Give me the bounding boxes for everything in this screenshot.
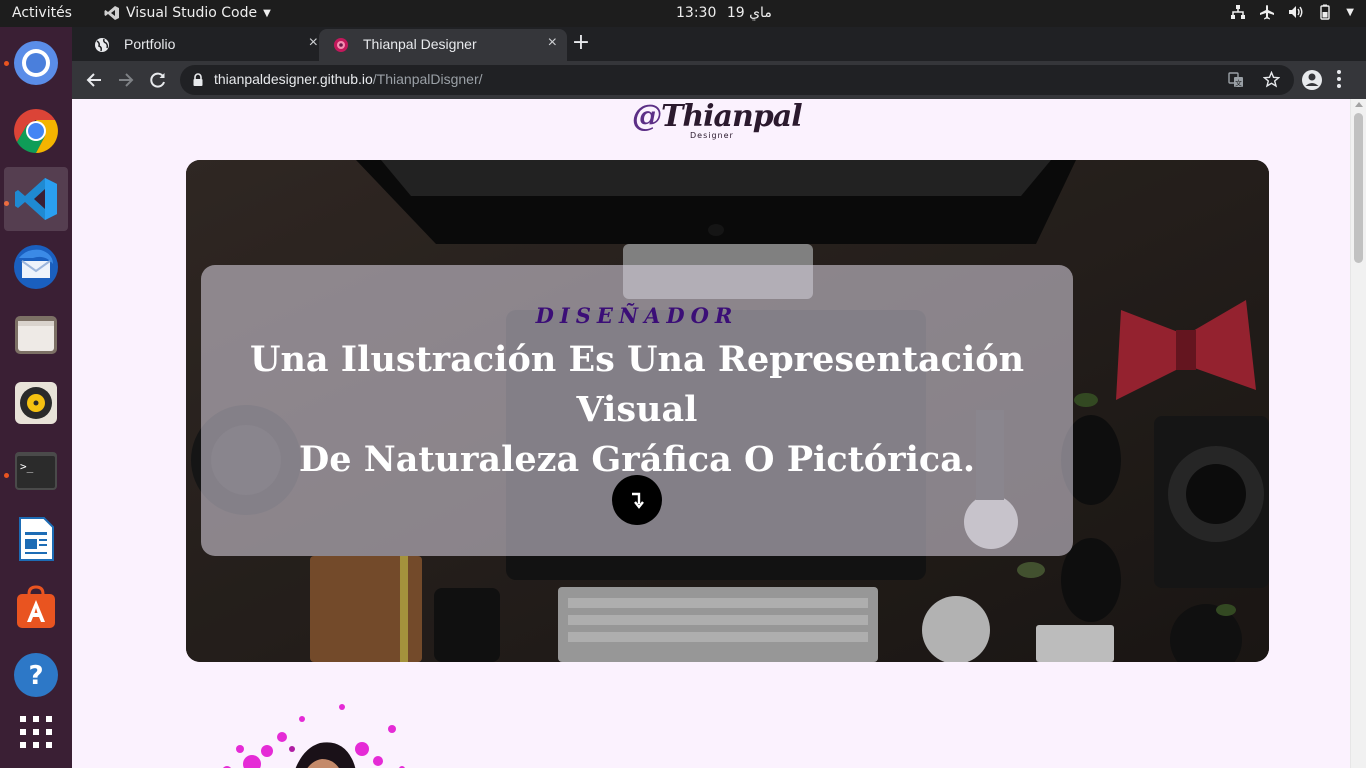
logo-wordmark: @Thianpal: [632, 99, 803, 134]
airplane-mode-icon: [1260, 5, 1275, 20]
clock[interactable]: 13:30 ماي 19: [676, 5, 772, 21]
hero-glass-card: DISEÑADOR Una Ilustración Es Una Represe…: [201, 265, 1073, 556]
vscode-small-icon: [104, 6, 119, 20]
close-icon[interactable]: ×: [548, 34, 557, 52]
more-menu-icon[interactable]: [1336, 69, 1342, 89]
profile-avatar-icon[interactable]: [1301, 69, 1323, 91]
tab-label: Thianpal Designer: [363, 36, 477, 52]
page-viewport[interactable]: @Thianpal Designer DISEÑADOR Una Ilustra…: [72, 99, 1366, 768]
app-menu[interactable]: Visual Studio Code ▼: [104, 5, 271, 21]
scroll-down-button[interactable]: [612, 475, 662, 525]
url-text: thianpaldesigner.github.io/ThianpalDisgn…: [214, 71, 483, 87]
files-icon[interactable]: [4, 303, 68, 367]
hero-headline: Una Ilustración Es Una Representación Vi…: [201, 335, 1073, 485]
svg-text:>_: >_: [20, 460, 34, 473]
show-apps-icon[interactable]: [4, 700, 68, 764]
site-logo[interactable]: @Thianpal Designer: [632, 99, 803, 149]
writer-icon[interactable]: [4, 507, 68, 571]
url-path: /ThianpalDisgner/: [372, 71, 483, 87]
arrow-right-icon: [119, 73, 134, 87]
activities-button[interactable]: Activités: [12, 5, 72, 21]
system-tray[interactable]: ▼: [1230, 4, 1354, 20]
ubuntu-dock: >_ ?: [0, 27, 72, 768]
close-icon[interactable]: ×: [309, 34, 318, 52]
network-wired-icon: [1231, 5, 1246, 19]
flower-favicon-icon: [334, 38, 348, 52]
scroll-up-arrow-icon[interactable]: [1355, 102, 1363, 107]
hero-kicker: DISEÑADOR: [535, 303, 739, 328]
back-button[interactable]: [81, 68, 107, 92]
bookmark-star-icon[interactable]: [1263, 71, 1280, 88]
chrome-icon[interactable]: [4, 99, 68, 163]
volume-icon: [1289, 6, 1303, 18]
svg-text:?: ?: [28, 661, 43, 691]
scrollbar-thumb[interactable]: [1354, 113, 1363, 263]
logo-at: @: [632, 99, 662, 134]
paint-splash-avatar-image: [223, 704, 405, 768]
tab-portfolio[interactable]: Portfolio ×: [80, 29, 328, 61]
help-icon[interactable]: ?: [4, 643, 68, 707]
software-center-icon[interactable]: [4, 575, 68, 639]
clock-time: 13:30: [676, 5, 717, 21]
tab-thianpal-designer[interactable]: Thianpal Designer ×: [319, 29, 567, 61]
hero-headline-line1: Una Ilustración Es Una Representación Vi…: [249, 339, 1025, 430]
system-top-bar: Activités Visual Studio Code ▼ 13:30 ماي…: [0, 0, 1366, 27]
chevron-down-icon: ▼: [1346, 6, 1354, 18]
reload-button[interactable]: [145, 68, 171, 92]
page-scrollbar[interactable]: [1350, 99, 1366, 768]
arrow-down-turn-icon: [632, 492, 644, 509]
clock-date: ماي 19: [726, 5, 772, 21]
tab-strip: Portfolio × Thianpal Designer × +: [72, 27, 1366, 61]
browser-window: Portfolio × Thianpal Designer × + thianp…: [72, 27, 1366, 768]
tab-label: Portfolio: [124, 36, 176, 52]
chrome-dev-icon[interactable]: [4, 31, 68, 95]
url-host: thianpaldesigner.github.io: [214, 71, 373, 87]
app-menu-label: Visual Studio Code: [126, 5, 258, 21]
vscode-icon[interactable]: [4, 167, 68, 231]
arrow-left-icon: [86, 73, 101, 87]
svg-text:文: 文: [1235, 79, 1242, 88]
thunderbird-icon[interactable]: [4, 235, 68, 299]
browser-toolbar: thianpaldesigner.github.io/ThianpalDisgn…: [72, 61, 1366, 99]
forward-button[interactable]: [113, 68, 139, 92]
hero-banner: DISEÑADOR Una Ilustración Es Una Represe…: [186, 160, 1269, 662]
logo-subtitle: Designer: [690, 131, 734, 140]
new-tab-button[interactable]: +: [569, 32, 593, 56]
chevron-down-icon: ▼: [263, 7, 271, 19]
battery-icon: [1320, 4, 1330, 20]
reload-icon: [150, 72, 165, 88]
terminal-icon[interactable]: >_: [4, 439, 68, 503]
rhythmbox-icon[interactable]: [4, 371, 68, 435]
globe-icon: [95, 38, 109, 52]
address-bar[interactable]: thianpaldesigner.github.io/ThianpalDisgn…: [180, 65, 1294, 95]
translate-icon[interactable]: 文: [1228, 72, 1244, 88]
logo-name: Thianpal: [661, 99, 803, 134]
lock-icon[interactable]: [192, 73, 204, 87]
